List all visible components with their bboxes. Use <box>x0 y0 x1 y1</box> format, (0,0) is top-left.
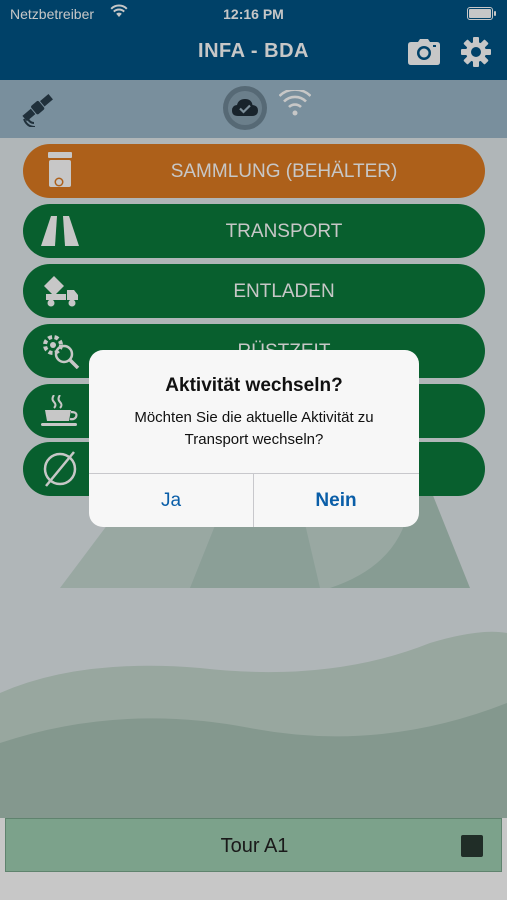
yes-button[interactable]: Ja <box>89 474 253 527</box>
switch-activity-dialog: Aktivität wechseln? Möchten Sie die aktu… <box>89 350 419 527</box>
app-screen: Netzbetreiber 12:16 PM INFA - BDA SAMMLU… <box>0 0 507 900</box>
no-button[interactable]: Nein <box>254 474 418 527</box>
dialog-title: Aktivität wechseln? <box>165 375 343 396</box>
dialog-message: Möchten Sie die aktuelle Aktivität zu Tr… <box>134 409 374 448</box>
